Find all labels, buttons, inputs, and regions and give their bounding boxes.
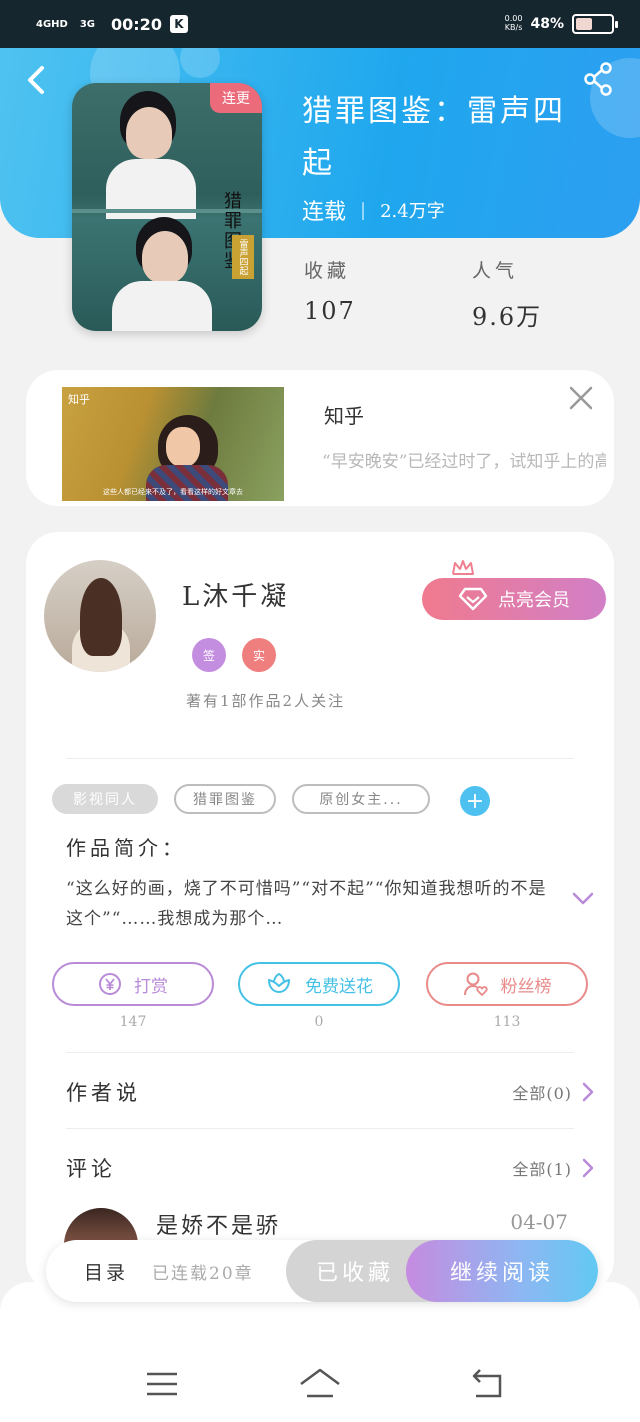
app-notification-icon: K	[169, 15, 188, 33]
network-speed-unit: KB/s	[504, 23, 523, 32]
update-tag: 连更	[210, 83, 262, 113]
chapter-count: 已连载20章	[152, 1263, 254, 1284]
fan-count: 113	[493, 1014, 521, 1030]
battery-percent: 48%	[530, 16, 564, 32]
chevron-right-icon	[582, 1082, 594, 1102]
menu-icon[interactable]	[142, 1366, 182, 1402]
home-icon[interactable]	[298, 1366, 342, 1402]
serial-status: 连载	[302, 200, 347, 225]
ad-close-button[interactable]	[568, 385, 594, 411]
favorites-value: 107	[304, 297, 356, 325]
battery-icon	[572, 14, 618, 34]
yen-coin-icon	[99, 973, 121, 995]
diamond-icon	[458, 587, 488, 611]
chevron-down-icon[interactable]	[572, 892, 594, 906]
tip-button-label: 打赏	[134, 976, 168, 996]
comments-title: 评论	[66, 1157, 116, 1181]
popularity-value: 9.6万	[472, 303, 543, 331]
avatar-figure-hair	[80, 578, 122, 656]
clock: 00:20	[111, 14, 162, 34]
back-button[interactable]	[22, 62, 52, 98]
favorites-stat: 收藏 107	[304, 256, 356, 325]
toc-button[interactable]: 目录	[84, 1240, 128, 1302]
chevron-right-icon	[582, 1158, 594, 1178]
battery-fill	[576, 18, 593, 30]
author-says-row[interactable]: 作者说 全部(0)	[66, 1072, 594, 1112]
divider	[66, 758, 574, 759]
popularity-stat: 人气 9.6万	[472, 256, 542, 332]
tag-0[interactable]: 影视同人	[52, 784, 158, 814]
tag-1[interactable]: 猎罪图鉴	[174, 784, 276, 814]
verified-badge: 实	[242, 638, 276, 672]
send-flower-button[interactable]: 免费送花	[238, 962, 400, 1006]
ad-image-caption: 这些人都已经来不及了，看看这样的好文章去	[103, 488, 243, 496]
fan-ranking-button[interactable]: 粉丝榜	[426, 962, 588, 1006]
divider	[66, 1128, 574, 1129]
continue-reading-button[interactable]: 继续阅读	[406, 1240, 598, 1302]
author-stats: 著有1部作品2人关注	[186, 692, 346, 710]
divider	[66, 1052, 574, 1053]
signal-indicator-2: 3G	[79, 18, 96, 30]
cover-figure-face	[142, 231, 188, 283]
ad-source: 知乎	[324, 404, 364, 428]
author-says-all: 全部(0)	[512, 1084, 572, 1103]
cover-seal: 雷声四起	[232, 235, 254, 279]
tag-2[interactable]: 原创女主...	[292, 784, 430, 814]
cover-figure-shirt	[112, 281, 212, 331]
network-speed: 0.00 KB/s	[504, 14, 523, 33]
back-nav-icon[interactable]	[468, 1366, 508, 1402]
favorites-label: 收藏	[304, 260, 351, 282]
ad-logo: 知乎	[68, 393, 90, 406]
cover-figure-face	[126, 107, 172, 159]
flower-count: 0	[314, 1014, 324, 1030]
book-meta: 连载 | 2.4万字	[302, 194, 445, 226]
tip-button[interactable]: 打赏	[52, 962, 214, 1006]
intro-label: 作品简介：	[66, 836, 186, 860]
meta-separator: |	[360, 199, 367, 221]
tip-count: 147	[119, 1014, 147, 1030]
vip-button[interactable]: 点亮会员	[422, 578, 606, 620]
ad-figure-face	[166, 427, 200, 467]
status-bar: 4GHD 3G 00:20 K 0.00 KB/s 48%	[0, 0, 640, 48]
comments-row[interactable]: 评论 全部(1)	[66, 1148, 594, 1188]
bottom-action-bar: 目录 已连载20章 已收藏 继续阅读	[46, 1240, 598, 1302]
close-icon	[569, 386, 593, 410]
user-heart-icon	[463, 972, 488, 997]
word-count: 2.4万字	[380, 201, 445, 222]
book-title: 猎罪图鉴：雷声四起	[302, 94, 566, 181]
ad-card[interactable]: 知乎 这些人都已经来不及了，看看这样的好文章去 知乎 “早安晚安”已经过时了，试…	[26, 370, 614, 506]
commenter-name[interactable]: 是娇不是骄	[156, 1208, 281, 1240]
system-nav-bar	[0, 1282, 640, 1422]
comments-all: 全部(1)	[512, 1160, 572, 1179]
chevron-left-icon	[28, 66, 44, 94]
ad-text: “早安晚安”已经过时了，试知乎上的高情商文案，瞬	[322, 452, 606, 472]
share-icon	[584, 62, 612, 96]
signal-indicator-1: 4GHD	[36, 18, 68, 30]
author-says-title: 作者说	[66, 1081, 141, 1105]
fan-ranking-label: 粉丝榜	[500, 976, 552, 996]
plus-icon: +	[465, 788, 485, 814]
book-cover[interactable]: 连更 猎罪图鉴 雷声四起	[72, 83, 262, 331]
share-button[interactable]	[584, 62, 614, 96]
vip-button-label: 点亮会员	[498, 590, 570, 610]
send-flower-label: 免费送花	[305, 976, 373, 996]
intro-text: “这么好的画，烧了不可惜吗”“对不起”“你知道我想听的不是这个”“……我想成为那…	[66, 879, 547, 929]
author-card: L沐千凝 点亮会员 签 实 著有1部作品2人关注 影视同人 猎罪图鉴 原创女主.…	[26, 532, 614, 1292]
flower-icon	[268, 972, 290, 993]
ad-image: 知乎 这些人都已经来不及了，看看这样的好文章去	[62, 387, 284, 501]
comment-date: 04-07	[510, 1210, 568, 1234]
add-tag-button[interactable]: +	[460, 786, 490, 816]
popularity-label: 人气	[472, 260, 519, 282]
decor-bubble	[180, 48, 220, 78]
signed-badge: 签	[192, 638, 226, 672]
author-name[interactable]: L沐千凝	[182, 576, 289, 613]
crown-icon	[452, 560, 474, 575]
author-avatar[interactable]	[44, 560, 156, 672]
